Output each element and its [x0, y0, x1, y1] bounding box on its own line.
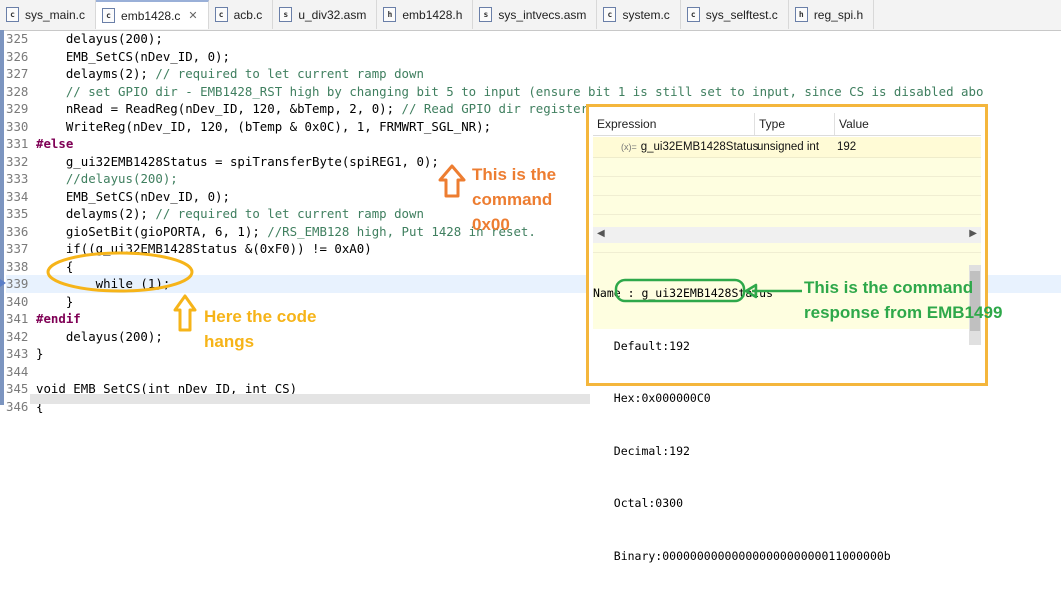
yellow-arrow-icon — [173, 294, 197, 332]
orange-arrow-icon — [438, 164, 466, 198]
annotation-command: This is the command 0x00 — [472, 165, 557, 234]
yellow-highlight-ellipse — [46, 251, 194, 293]
green-highlight-box — [614, 278, 746, 303]
detail-decimal: Decimal:192 — [593, 443, 690, 458]
annotation-response: This is the command response from EMB149… — [804, 278, 1003, 322]
detail-octal: Octal:0300 — [593, 496, 684, 510]
detail-binary: Binary:00000000000000000000000011000000b — [593, 548, 891, 563]
annotation-hangs: Here the code hangs — [204, 307, 317, 351]
